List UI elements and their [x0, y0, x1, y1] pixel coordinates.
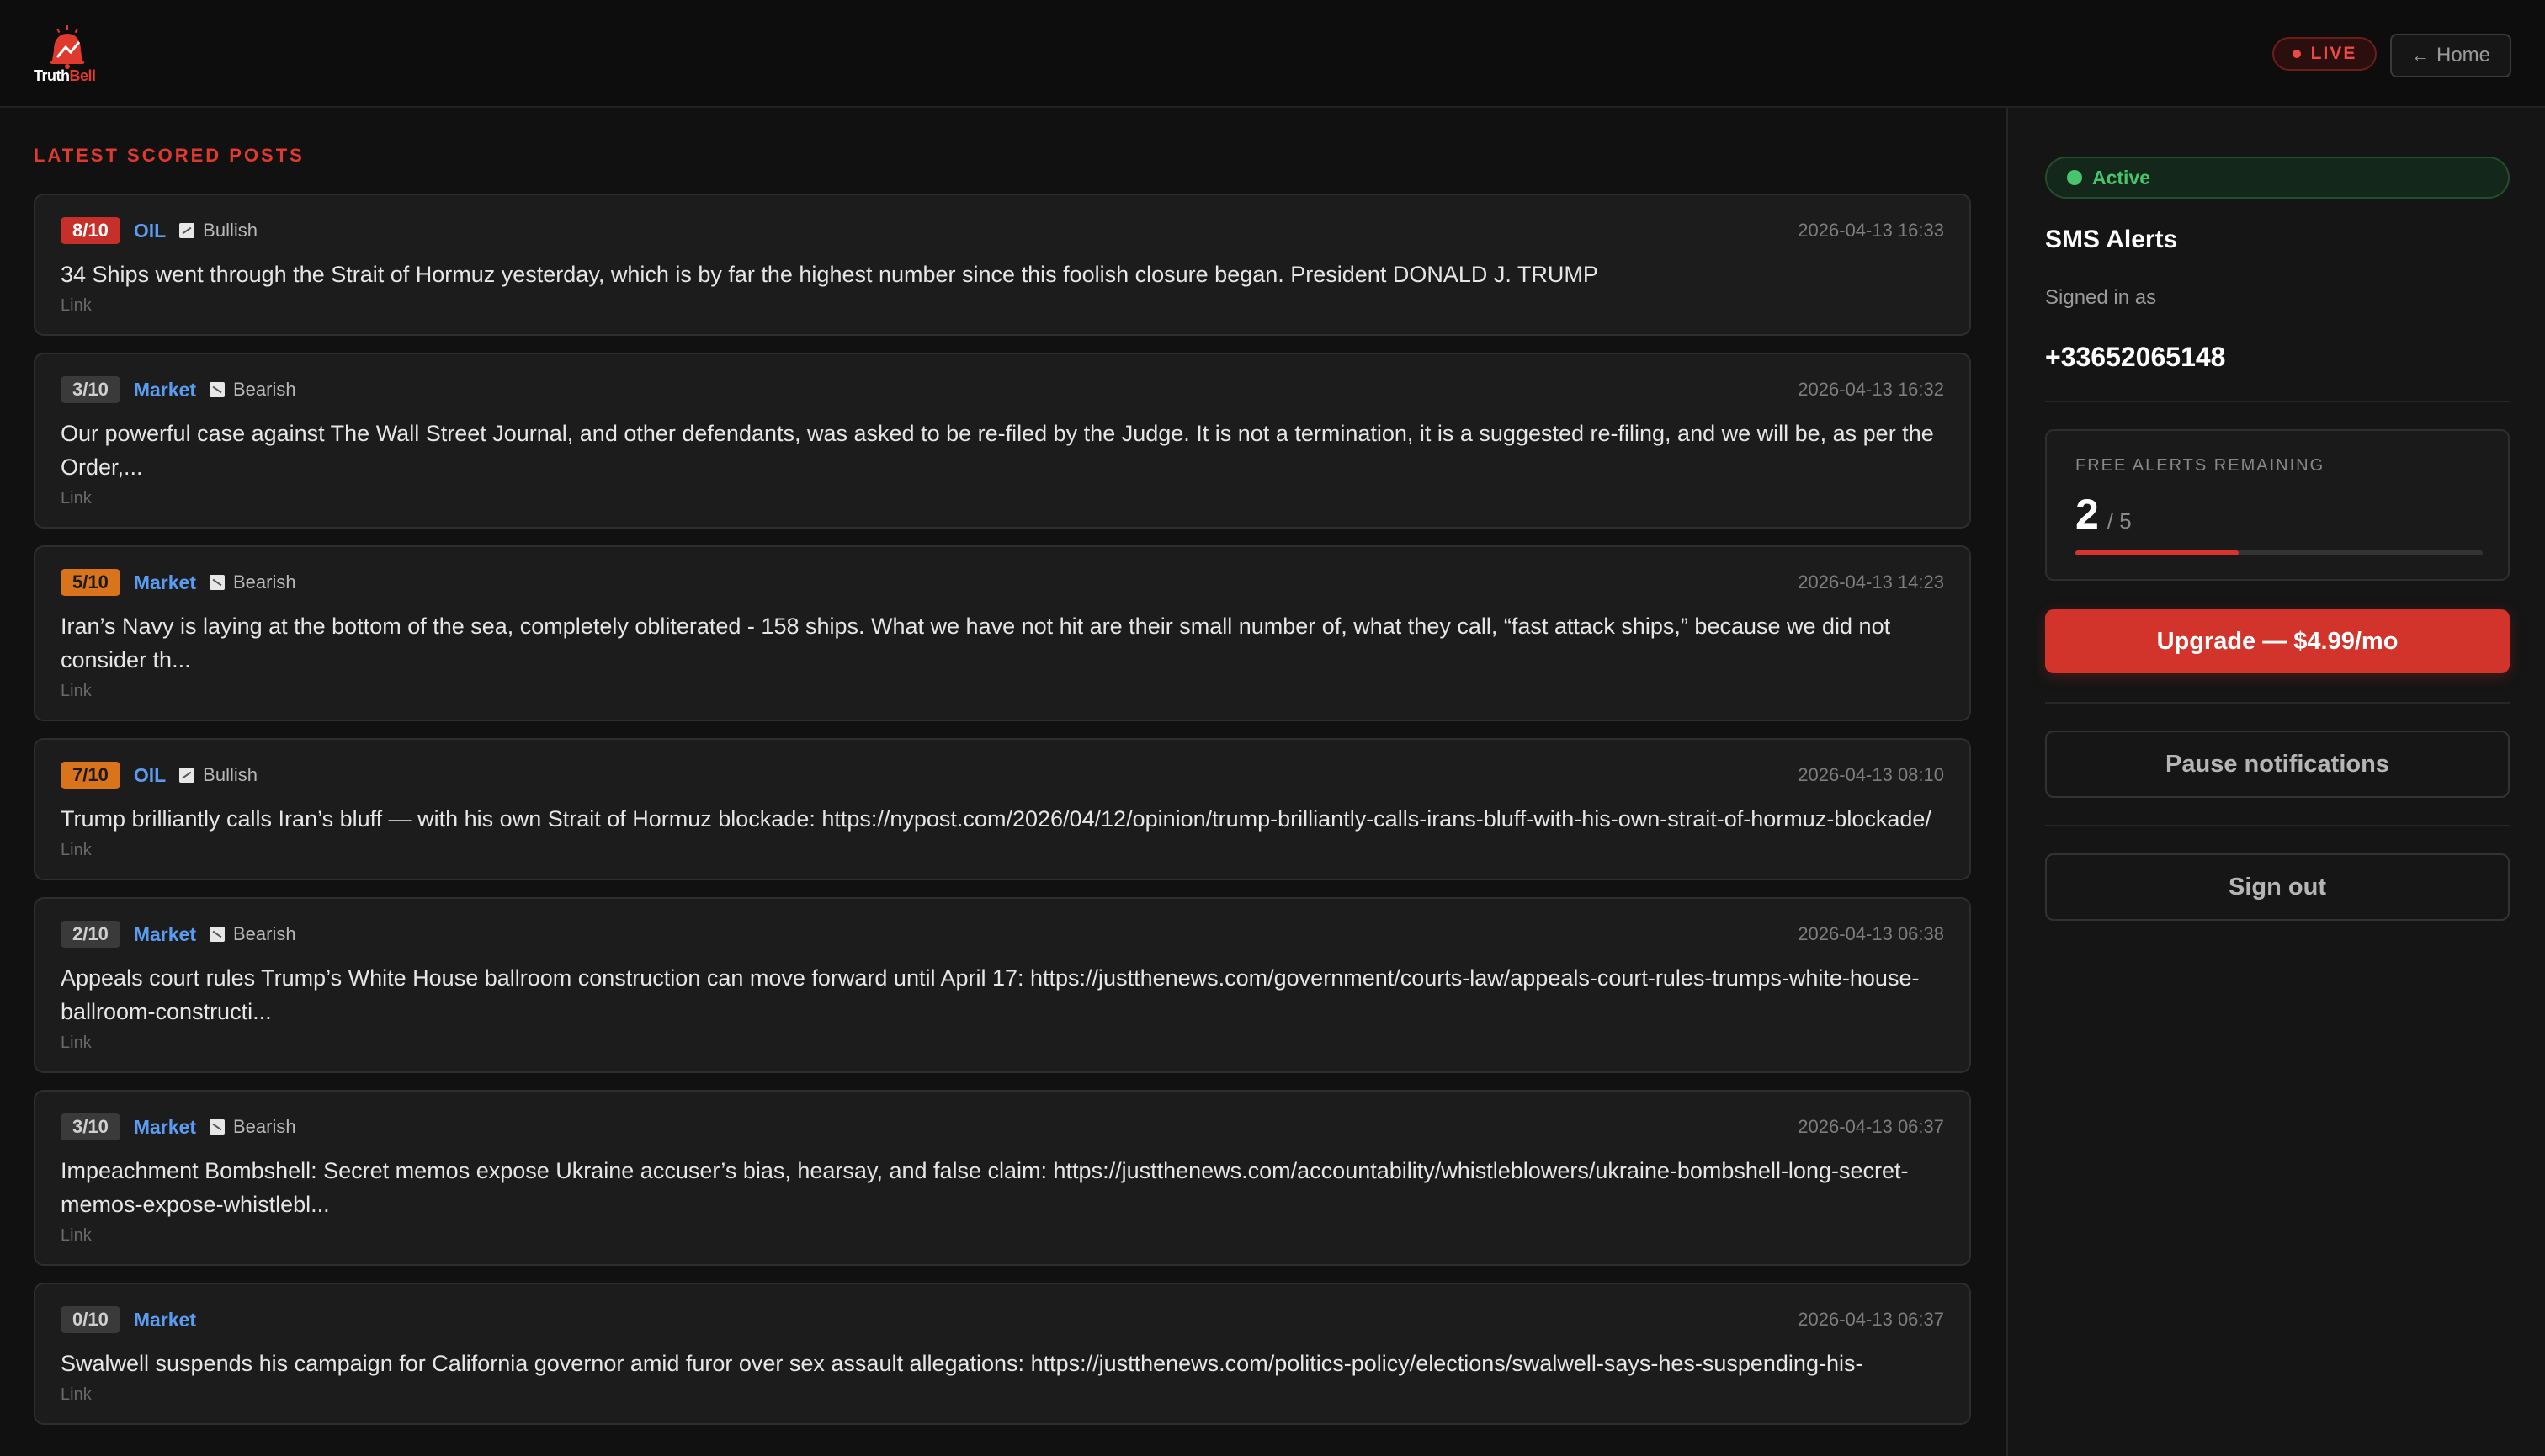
post-card[interactable]: 5/10 Market Bearish 2026-04-13 14:23 Iran’s … [34, 545, 1971, 721]
post-link[interactable]: Link [61, 1226, 1944, 1246]
free-alerts-progress-fill [2075, 550, 2239, 555]
home-button[interactable]: ← Home [2390, 34, 2511, 77]
chart-decreasing-icon [209, 927, 225, 942]
post-text: Appeals court rules Trump’s White House … [61, 965, 1920, 1024]
post-card[interactable]: 2/10 Market Bearish 2026-04-13 06:38 Appeals… [34, 897, 1971, 1073]
post-meta: 3/10 Market Bearish 2026-04-13 16:32 [61, 375, 1944, 405]
free-alerts-progress [2075, 550, 2483, 555]
post-meta: 0/10 Market 2026-04-13 06:37 [61, 1305, 1944, 1335]
divider [2045, 401, 2510, 402]
post-link[interactable]: Link [61, 1034, 1944, 1053]
arrow-left-icon: ← [2410, 45, 2430, 66]
post-timestamp: 2026-04-13 16:32 [1798, 379, 1944, 400]
sentiment-label: Bearish [209, 571, 296, 593]
sidebar-title: SMS Alerts [2045, 226, 2178, 253]
upgrade-button[interactable]: Upgrade — $4.99/mo [2045, 609, 2510, 673]
section-title: LATEST SCORED POSTS [34, 145, 305, 166]
sentiment-label: Bullish [179, 764, 258, 786]
signed-in-label: Signed in as [2045, 286, 2157, 309]
free-alerts-count: 2/ 5 [2075, 491, 2132, 538]
score-badge: 5/10 [61, 569, 120, 596]
post-text: Swalwell suspends his campaign for Calif… [61, 1351, 1863, 1376]
post-card[interactable]: 7/10 OIL Bullish 2026-04-13 08:10 Trump bril… [34, 738, 1971, 880]
divider [2045, 825, 2510, 826]
sentiment-label: Bearish [209, 923, 296, 945]
category-label: Market [133, 1308, 196, 1331]
app-header: TruthBell LIVE ← Home [0, 0, 2545, 108]
live-badge: LIVE [2272, 37, 2377, 71]
score-badge: 0/10 [61, 1306, 120, 1333]
posts-panel: LATEST SCORED POSTS 8/10 OIL Bullish 2026-0… [0, 108, 2006, 1456]
free-alerts-card: FREE ALERTS REMAINING 2/ 5 [2045, 429, 2510, 581]
free-alerts-label: FREE ALERTS REMAINING [2075, 456, 2325, 475]
post-timestamp: 2026-04-13 16:33 [1798, 220, 1944, 241]
sms-sidebar: Active SMS Alerts Signed in as +33652065… [2006, 108, 2545, 1456]
post-link[interactable]: Link [61, 682, 1944, 701]
post-timestamp: 2026-04-13 08:10 [1798, 764, 1944, 785]
post-meta: 5/10 Market Bearish 2026-04-13 14:23 [61, 567, 1944, 598]
post-card[interactable]: 3/10 Market Bearish 2026-04-13 16:32 Our pow… [34, 353, 1971, 529]
post-card[interactable]: 0/10 Market 2026-04-13 06:37 Swalwell suspe… [34, 1283, 1971, 1425]
score-badge: 8/10 [61, 217, 120, 244]
post-card[interactable]: 8/10 OIL Bullish 2026-04-13 16:33 34 Ships w… [34, 194, 1971, 336]
sentiment-label: Bearish [209, 1116, 296, 1138]
post-text: Impeachment Bombshell: Secret memos expo… [61, 1158, 1909, 1217]
category-label: OIL [133, 219, 167, 242]
post-meta: 7/10 OIL Bullish 2026-04-13 08:10 [61, 760, 1944, 790]
status-badge: Active [2045, 157, 2510, 199]
status-dot-icon [2067, 170, 2082, 185]
chart-increasing-icon [179, 223, 195, 238]
score-badge: 3/10 [61, 1113, 120, 1140]
post-timestamp: 2026-04-13 14:23 [1798, 571, 1944, 592]
pause-notifications-button[interactable]: Pause notifications [2045, 731, 2510, 798]
category-label: Market [133, 571, 196, 593]
logo-text: TruthBell [34, 67, 96, 84]
score-badge: 2/10 [61, 921, 120, 948]
score-badge: 7/10 [61, 762, 120, 789]
post-text: Trump brilliantly calls Iran’s bluff — w… [61, 806, 1931, 832]
post-meta: 8/10 OIL Bullish 2026-04-13 16:33 [61, 215, 1944, 246]
sign-out-button[interactable]: Sign out [2045, 853, 2510, 921]
chart-increasing-icon [179, 768, 195, 783]
chart-decreasing-icon [209, 1119, 225, 1135]
post-meta: 2/10 Market Bearish 2026-04-13 06:38 [61, 919, 1944, 949]
phone-number: +33652065148 [2045, 342, 2226, 372]
score-badge: 3/10 [61, 376, 120, 403]
post-text: Our powerful case against The Wall Stree… [61, 421, 1934, 480]
post-timestamp: 2026-04-13 06:37 [1798, 1309, 1944, 1330]
chart-decreasing-icon [209, 575, 225, 590]
post-timestamp: 2026-04-13 06:37 [1798, 1116, 1944, 1137]
post-text: 34 Ships went through the Strait of Horm… [61, 262, 1598, 287]
post-text: Iran’s Navy is laying at the bottom of t… [61, 614, 1891, 672]
post-link[interactable]: Link [61, 296, 1944, 316]
divider [2045, 702, 2510, 704]
category-label: OIL [133, 763, 167, 786]
category-label: Market [133, 378, 196, 401]
sentiment-label: Bearish [209, 379, 296, 401]
chart-decreasing-icon [209, 382, 225, 397]
category-label: Market [133, 1115, 196, 1138]
sentiment-label: Bullish [179, 220, 258, 242]
post-meta: 3/10 Market Bearish 2026-04-13 06:37 [61, 1112, 1944, 1142]
post-card[interactable]: 3/10 Market Bearish 2026-04-13 06:37 Impeach… [34, 1090, 1971, 1266]
posts-list: 8/10 OIL Bullish 2026-04-13 16:33 34 Ships w… [34, 194, 1971, 1442]
post-link[interactable]: Link [61, 841, 1944, 860]
post-link[interactable]: Link [61, 489, 1944, 508]
category-label: Market [133, 922, 196, 945]
post-timestamp: 2026-04-13 06:38 [1798, 923, 1944, 944]
live-dot-icon [2292, 50, 2301, 58]
post-link[interactable]: Link [61, 1385, 1944, 1405]
